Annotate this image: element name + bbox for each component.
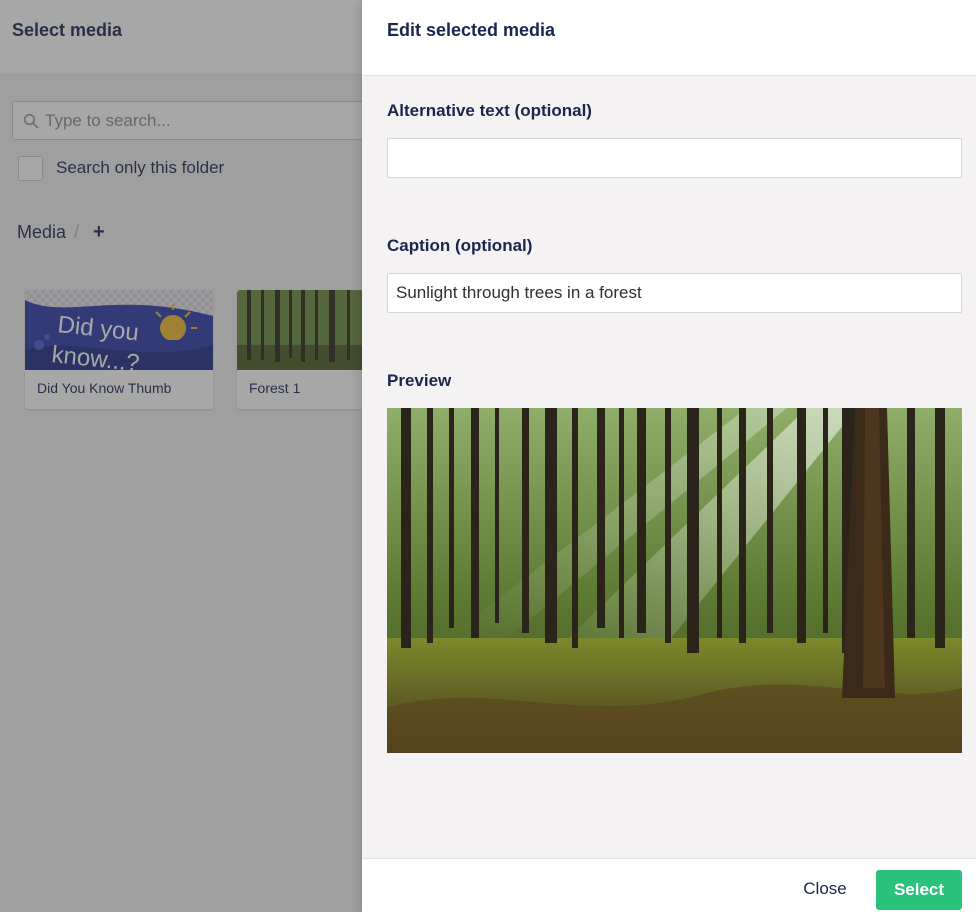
- preview-label: Preview: [387, 371, 452, 390]
- alt-text-input[interactable]: [387, 138, 962, 178]
- edit-panel-title: Edit selected media: [387, 20, 556, 40]
- caption-label: Caption (optional): [387, 236, 533, 255]
- alt-text-label: Alternative text (optional): [387, 101, 592, 120]
- select-button[interactable]: Select: [876, 870, 962, 910]
- edit-panel-header: Edit selected media: [362, 0, 976, 76]
- close-button[interactable]: Close: [790, 870, 860, 908]
- caption-input[interactable]: [387, 273, 962, 313]
- media-preview-image: [387, 408, 962, 753]
- edit-panel-footer: Close Select: [362, 858, 976, 912]
- edit-media-panel: Edit selected media Alternative text (op…: [362, 0, 976, 912]
